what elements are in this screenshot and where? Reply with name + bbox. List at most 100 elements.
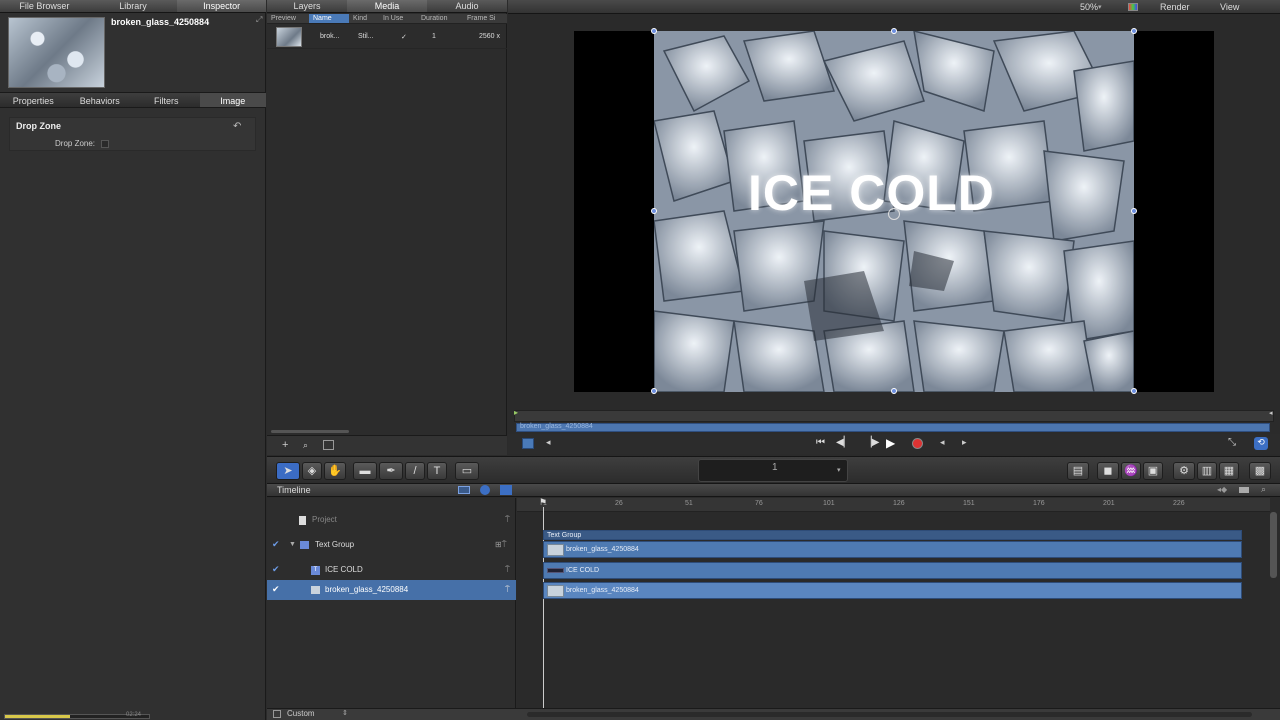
tab-file-browser[interactable]: File Browser	[0, 0, 89, 12]
visibility-checkbox[interactable]: ✔	[272, 540, 281, 549]
visibility-checkbox[interactable]: ✔	[272, 565, 281, 574]
tab-inspector[interactable]: Inspector	[177, 0, 267, 12]
tab-audio[interactable]: Audio	[427, 0, 507, 12]
tab-filters[interactable]: Filters	[133, 93, 200, 107]
handle-top-right[interactable]	[1131, 28, 1137, 34]
out-point-icon[interactable]: ◂	[1269, 409, 1273, 417]
handle-bottom-left[interactable]	[651, 388, 657, 394]
lock-icon[interactable]: ⍑	[505, 580, 510, 600]
light-icon[interactable]: ♒	[1121, 462, 1141, 480]
zoom-icon[interactable]: ⌕	[1261, 484, 1266, 495]
handle-mid-right[interactable]	[1131, 208, 1137, 214]
tab-properties[interactable]: Properties	[0, 93, 67, 107]
render-menu[interactable]: Render	[1160, 2, 1190, 12]
reset-icon[interactable]: ↶	[233, 121, 241, 132]
layer-row-ice-cold[interactable]: ✔ T ICE COLD ⍑	[267, 560, 516, 580]
zoom-menu[interactable]: 50%	[1080, 2, 1098, 12]
fullscreen-icon[interactable]: ⤡	[1228, 437, 1236, 448]
loop-region-icon[interactable]	[522, 438, 534, 449]
timeline-ruler[interactable]: 1 26 51 76 101 126 151 176 201 226	[517, 498, 1270, 512]
anchor-point-icon[interactable]	[888, 208, 900, 220]
play-button[interactable]: ▶	[886, 436, 895, 450]
filters-icon[interactable]: ▥	[1197, 462, 1217, 480]
library-icon[interactable]: ▦	[1219, 462, 1239, 480]
layer-row-broken-glass[interactable]: ✔ broken_glass_4250884 ⍑	[267, 580, 516, 600]
lock-icon[interactable]: ⤢	[256, 15, 262, 25]
layout-icon[interactable]: ▤	[1067, 462, 1089, 480]
tab-behaviors[interactable]: Behaviors	[67, 93, 134, 107]
play-range-icon[interactable]: ◂	[546, 437, 551, 448]
transform-tool-icon[interactable]: ◈	[302, 462, 322, 480]
chevron-updown-icon[interactable]: ⇕	[342, 709, 348, 717]
step-forward-icon[interactable]: ▕▶	[864, 437, 879, 448]
col-frame-size[interactable]: Frame Si	[463, 14, 507, 23]
col-name[interactable]: Name	[309, 14, 349, 23]
media-scrollbar[interactable]	[271, 430, 349, 433]
record-button[interactable]	[912, 438, 923, 449]
handle-bottom-center[interactable]	[891, 388, 897, 394]
timecode-display[interactable]: 1 ▾	[698, 459, 848, 482]
select-tool-icon[interactable]: ➤	[276, 462, 300, 480]
tab-layers[interactable]: Layers	[267, 0, 347, 12]
disclosure-triangle-icon[interactable]: ▼	[289, 535, 296, 555]
layout-toggle-icon[interactable]	[273, 710, 281, 718]
handle-bottom-right[interactable]	[1131, 388, 1137, 394]
rectangle-tool-icon[interactable]: ▬	[353, 462, 377, 480]
tab-library[interactable]: Library	[89, 0, 178, 12]
go-to-start-icon[interactable]: ⏮	[816, 437, 825, 448]
view-menu[interactable]: View	[1220, 2, 1239, 12]
camera-icon[interactable]: ◼	[1097, 462, 1119, 480]
step-back-icon[interactable]: ◀▏	[836, 437, 851, 448]
in-point-icon[interactable]: ▸	[514, 408, 518, 417]
handle-top-left[interactable]	[651, 28, 657, 34]
chevron-down-icon[interactable]: ▾	[837, 466, 841, 474]
behaviors-gear-icon[interactable]: ⚙	[1173, 462, 1195, 480]
clip-text-group[interactable]: Text Group	[543, 530, 1242, 540]
col-duration[interactable]: Duration	[417, 14, 463, 23]
show-clips-icon[interactable]	[458, 486, 470, 494]
media-row[interactable]: brok... Stil... ✓ 1 2560 x	[267, 25, 507, 49]
clip-ice-cold[interactable]: ICE COLD	[543, 562, 1242, 579]
paint-stroke-tool-icon[interactable]: /	[405, 462, 425, 480]
handle-mid-left[interactable]	[651, 208, 657, 214]
tab-image[interactable]: Image	[199, 93, 266, 107]
layer-row-project[interactable]: Project ⍑	[267, 510, 516, 530]
lock-icon[interactable]: ⍑	[505, 510, 510, 530]
tab-media[interactable]: Media	[347, 0, 427, 12]
chevron-down-icon[interactable]: ▾	[1098, 3, 1102, 11]
mask-tool-icon[interactable]: ▭	[455, 462, 479, 480]
generator-icon[interactable]: ▣	[1143, 462, 1163, 480]
mini-timeline[interactable]	[514, 410, 1274, 422]
next-keyframe-icon[interactable]: ▸	[962, 437, 967, 448]
visibility-checkbox[interactable]: ✔	[272, 585, 281, 594]
clip-broken-glass[interactable]: broken_glass_4250884	[543, 582, 1242, 599]
preset-menu[interactable]: Custom	[287, 709, 315, 718]
title-text-ice-cold[interactable]: ICE COLD	[748, 164, 995, 222]
search-icon[interactable]: ⌕	[303, 440, 308, 451]
show-behaviors-icon[interactable]	[480, 485, 490, 495]
timeline-scrollbar[interactable]	[1270, 512, 1277, 578]
show-keyframes-icon[interactable]	[500, 485, 512, 495]
col-preview[interactable]: Preview	[267, 14, 309, 23]
color-channels-icon[interactable]	[1128, 3, 1138, 11]
pan-tool-icon[interactable]: ✋	[324, 462, 346, 480]
col-in-use[interactable]: In Use	[379, 14, 417, 23]
grid-icon[interactable]: ▩	[1249, 462, 1271, 480]
text-tool-icon[interactable]: T	[427, 462, 447, 480]
layer-row-text-group[interactable]: ✔ ▼ Text Group ⊞⍑	[267, 535, 516, 555]
add-icon[interactable]: +	[282, 439, 288, 451]
clip-broken-glass-group[interactable]: broken_glass_4250884	[543, 541, 1242, 558]
mini-timeline-clip[interactable]: broken_glass_4250884	[516, 423, 1270, 432]
timeline-size-icon[interactable]	[1239, 487, 1249, 493]
handle-top-center[interactable]	[891, 28, 897, 34]
prev-keyframe-icon[interactable]: ◂	[940, 437, 945, 448]
loop-playback-icon[interactable]: ⟲	[1254, 437, 1268, 450]
import-icon[interactable]	[323, 440, 334, 450]
zoom-slider[interactable]: ◂◆	[1217, 485, 1227, 494]
col-kind[interactable]: Kind	[349, 14, 379, 23]
bezier-tool-icon[interactable]: ✒	[379, 462, 403, 480]
drop-zone-checkbox[interactable]	[101, 140, 109, 148]
mask-lock-icon[interactable]: ⊞⍑	[495, 535, 507, 555]
lock-icon[interactable]: ⍑	[505, 560, 510, 580]
horizontal-scrollbar[interactable]	[527, 712, 1252, 717]
